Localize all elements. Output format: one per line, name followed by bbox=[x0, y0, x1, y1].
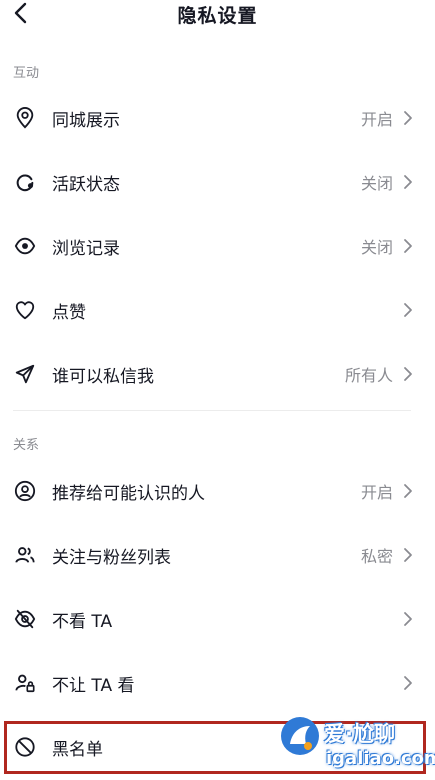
row-label: 不让 TA 看 bbox=[52, 675, 135, 696]
row-label: 同城展示 bbox=[52, 110, 120, 131]
activity-status-icon bbox=[13, 170, 37, 194]
row-label: 不看 TA bbox=[52, 611, 113, 632]
row-dont-see[interactable]: 不看 TA bbox=[0, 587, 435, 651]
row-label: 浏览记录 bbox=[52, 238, 120, 259]
watermark-url: igaliao.com bbox=[326, 748, 435, 769]
row-browse-history[interactable]: 浏览记录 关闭 bbox=[0, 214, 435, 278]
watermark: 爱·尬聊 igaliao.com bbox=[278, 712, 435, 780]
user-lock-icon bbox=[13, 671, 37, 695]
row-dont-let-see[interactable]: 不让 TA 看 bbox=[0, 651, 435, 715]
row-label: 谁可以私信我 bbox=[52, 366, 154, 387]
section-divider bbox=[13, 410, 411, 411]
row-direct-message[interactable]: 谁可以私信我 所有人 bbox=[0, 342, 435, 406]
watermark-logo-icon bbox=[281, 717, 319, 755]
chevron-right-icon bbox=[404, 676, 412, 690]
users-icon bbox=[13, 543, 37, 567]
heart-icon bbox=[13, 298, 37, 322]
row-follow-list[interactable]: 关注与粉丝列表 私密 bbox=[0, 523, 435, 587]
eye-icon bbox=[13, 234, 37, 258]
section-label-interaction: 互动 bbox=[13, 66, 40, 81]
row-value: 所有人 bbox=[344, 366, 393, 385]
row-label: 活跃状态 bbox=[52, 174, 120, 195]
row-value: 关闭 bbox=[360, 174, 393, 193]
row-label: 点赞 bbox=[52, 302, 86, 323]
row-active-status[interactable]: 活跃状态 关闭 bbox=[0, 150, 435, 214]
chevron-right-icon bbox=[404, 303, 412, 317]
row-label: 关注与粉丝列表 bbox=[52, 547, 171, 568]
send-icon bbox=[13, 362, 37, 386]
page-title: 隐私设置 bbox=[177, 5, 258, 27]
row-recommend[interactable]: 推荐给可能认识的人 开启 bbox=[0, 459, 435, 523]
location-pin-icon bbox=[13, 106, 37, 130]
top-bar: 隐私设置 bbox=[0, 0, 435, 34]
row-value: 私密 bbox=[360, 547, 393, 566]
chevron-right-icon bbox=[404, 612, 412, 626]
row-label: 推荐给可能认识的人 bbox=[52, 483, 205, 504]
row-local-display[interactable]: 同城展示 开启 bbox=[0, 86, 435, 150]
row-value: 开启 bbox=[360, 483, 393, 502]
chevron-right-icon bbox=[404, 484, 412, 498]
section-label-relations: 关系 bbox=[13, 438, 40, 453]
chevron-right-icon bbox=[404, 239, 412, 253]
chevron-right-icon bbox=[404, 367, 412, 381]
row-likes[interactable]: 点赞 bbox=[0, 278, 435, 342]
row-value: 关闭 bbox=[360, 238, 393, 257]
chevron-right-icon bbox=[404, 175, 412, 189]
row-value: 开启 bbox=[360, 110, 393, 129]
eye-off-icon bbox=[13, 607, 37, 631]
chevron-right-icon bbox=[404, 111, 412, 125]
user-circle-icon bbox=[13, 479, 37, 503]
watermark-brand: 爱·尬聊 bbox=[324, 722, 395, 746]
chevron-right-icon bbox=[404, 548, 412, 562]
